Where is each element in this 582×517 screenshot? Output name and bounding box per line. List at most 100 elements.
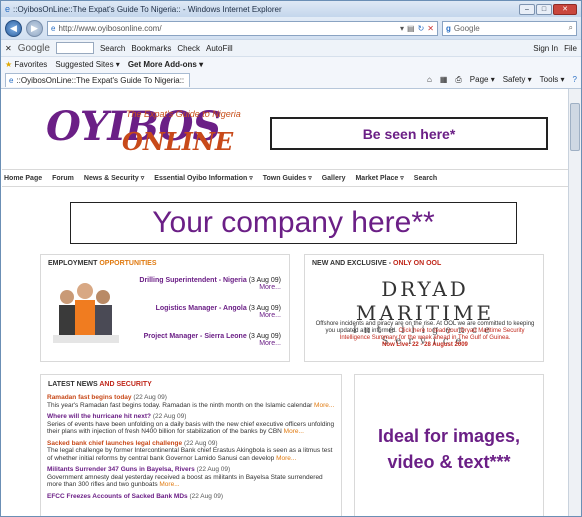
nav-essential[interactable]: Essential Oyibo Information ▿ xyxy=(154,174,252,183)
job-title: Drilling Superintendent - Nigeria xyxy=(139,277,247,284)
print-icon[interactable]: ⎙ xyxy=(455,75,461,85)
nav-news-label: News & Security xyxy=(83,174,139,182)
employment-heading-accent: OPPORTUNITIES xyxy=(99,260,157,267)
mid-ad-banner[interactable]: Your company here** xyxy=(70,202,517,244)
scroll-thumb[interactable] xyxy=(570,103,580,151)
forward-button[interactable]: ▶ xyxy=(26,19,43,37)
nav-search[interactable]: Search xyxy=(414,175,437,182)
nav-forum[interactable]: Forum xyxy=(52,175,74,182)
exclusive-text: Offshore incidents and piracy are on the… xyxy=(313,321,537,349)
search-icon[interactable]: ⌕ xyxy=(569,23,573,33)
chevron-down-icon: ▿ xyxy=(308,175,312,182)
google-toolbar-label: Google xyxy=(17,42,50,54)
job-date: (3 Aug 09) xyxy=(248,305,281,312)
vertical-scrollbar[interactable] xyxy=(568,89,581,516)
tools-menu[interactable]: Tools ▾ xyxy=(540,75,565,85)
news-date: (22 Aug 09) xyxy=(189,492,224,500)
stop-icon[interactable]: ✕ xyxy=(427,24,434,33)
bookmarks-button[interactable]: Bookmarks xyxy=(131,44,171,53)
nav-town-guides[interactable]: Town Guides ▿ xyxy=(263,174,312,183)
news-item[interactable]: Ramadan fast begins today (22 Aug 09) Th… xyxy=(41,394,341,409)
dryad-brand: DRYAD MARITIME xyxy=(355,277,495,325)
search-box[interactable]: g Google ⌕ xyxy=(442,20,577,36)
ideal-ad-text: Ideal for images, video & text*** xyxy=(377,426,521,472)
job-more-link[interactable]: More... xyxy=(156,312,281,319)
command-bar: ⌂ ▦ ⎙ Page ▾ Safety ▾ Tools ▾ ? xyxy=(427,75,577,85)
top-ad-banner[interactable]: Be seen here* xyxy=(270,117,548,150)
job-more-link[interactable]: More... xyxy=(144,340,281,347)
browser-window: e ::OyibosOnLine::The Expat's Guide To N… xyxy=(0,0,582,517)
exclusive-box: NEW AND EXCLUSIVE - ONLY ON OOL DRYAD MA… xyxy=(304,254,544,362)
suggested-sites-button[interactable]: Suggested Sites ▾ xyxy=(55,60,120,69)
news-item[interactable]: Militants Surrender 347 Guns in Bayelsa,… xyxy=(41,466,341,489)
feeds-icon[interactable]: ▦ xyxy=(440,75,448,85)
chevron-down-icon: ▿ xyxy=(140,175,145,182)
address-bar-row: ◀ ▶ e http://www.oyibosonline.com/ ▾ ▤ ↻… xyxy=(1,17,581,39)
job-item[interactable]: Logistics Manager - Angola (3 Aug 09) Mo… xyxy=(156,305,281,319)
exclusive-heading-text: NEW AND EXCLUSIVE - xyxy=(312,260,392,267)
job-date: (3 Aug 09) xyxy=(248,277,281,284)
help-icon[interactable]: ? xyxy=(573,75,577,85)
logo-sub: ONLINE xyxy=(122,127,234,156)
search-engine-label: Google xyxy=(453,23,480,33)
news-date: (22 Aug 09) xyxy=(152,413,187,420)
nav-news-security[interactable]: News & Security ▿ xyxy=(83,174,145,183)
ideal-ad-box[interactable]: Ideal for images, video & text*** xyxy=(354,374,544,516)
autofill-button[interactable]: AutoFill xyxy=(206,44,233,53)
news-more-link[interactable]: More... xyxy=(314,402,334,409)
star-icon: ★ xyxy=(5,60,13,69)
maximize-button[interactable]: □ xyxy=(536,3,552,15)
news-headline[interactable]: EFCC Freezes Accounts of Sacked Bank MDs xyxy=(47,493,188,500)
page-content: OYIBOS The Expat's Guide to Nigeria ONLI… xyxy=(2,89,569,516)
employment-heading-text: EMPLOYMENT xyxy=(48,260,98,267)
file-menu[interactable]: File xyxy=(564,44,577,53)
minimize-button[interactable]: – xyxy=(519,3,535,15)
news-item[interactable]: Sacked bank chief launches legal challen… xyxy=(41,440,341,463)
compat-view-icon[interactable]: ▤ xyxy=(407,24,415,33)
back-button[interactable]: ◀ xyxy=(5,19,22,37)
nav-market-label: Market Place xyxy=(355,174,399,182)
refresh-icon[interactable]: ↻ xyxy=(418,24,425,33)
job-item[interactable]: Project Manager - Sierra Leone (3 Aug 09… xyxy=(144,333,281,347)
nav-market-place[interactable]: Market Place ▿ xyxy=(355,174,403,183)
page-icon: e xyxy=(51,23,56,33)
news-body: Government amnesty deal yesterday receiv… xyxy=(47,473,323,489)
ie-icon: e xyxy=(5,4,11,14)
news-item[interactable]: EFCC Freezes Accounts of Sacked Bank MDs… xyxy=(41,493,341,501)
job-item[interactable]: Drilling Superintendent - Nigeria (3 Aug… xyxy=(139,277,281,291)
page-menu[interactable]: Page ▾ xyxy=(470,75,495,85)
tab-title: ::OyibosOnLine::The Expat's Guide To Nig… xyxy=(16,76,185,85)
nav-gallery[interactable]: Gallery xyxy=(322,175,346,182)
safety-menu[interactable]: Safety ▾ xyxy=(503,75,532,85)
google-search-button[interactable]: Search xyxy=(100,44,125,53)
exclusive-heading-accent: ONLY ON OOL xyxy=(393,260,442,267)
check-button[interactable]: Check xyxy=(177,44,200,53)
dropdown-icon[interactable]: ▾ xyxy=(400,24,404,33)
news-headline[interactable]: Militants Surrender 347 Guns in Bayelsa,… xyxy=(47,466,195,473)
tab-current[interactable]: e ::OyibosOnLine::The Expat's Guide To N… xyxy=(5,73,190,87)
news-headline[interactable]: Sacked bank chief launches legal challen… xyxy=(47,440,182,447)
job-more-link[interactable]: More... xyxy=(139,284,281,291)
close-toolbar-icon[interactable]: ✕ xyxy=(5,44,12,53)
get-addons-button[interactable]: Get More Add-ons ▾ xyxy=(128,60,203,69)
google-toolbar: ✕ Google Search Bookmarks Check AutoFill… xyxy=(1,39,581,56)
exclusive-heading: NEW AND EXCLUSIVE - ONLY ON OOL xyxy=(305,255,543,272)
news-date: (22 Aug 09) xyxy=(183,439,218,447)
home-icon[interactable]: ⌂ xyxy=(427,75,432,85)
news-headline[interactable]: Where will the hurricane hit next? xyxy=(47,413,151,420)
close-button[interactable]: ✕ xyxy=(553,3,577,15)
nav-home[interactable]: Home Page xyxy=(4,175,42,182)
news-headline[interactable]: Ramadan fast begins today xyxy=(47,394,132,401)
news-more-link[interactable]: More... xyxy=(276,455,296,462)
site-logo[interactable]: OYIBOS The Expat's Guide to Nigeria ONLI… xyxy=(46,103,256,159)
favorites-label: Favorites xyxy=(14,60,48,69)
google-search-input[interactable] xyxy=(55,42,94,54)
window-title: ::OyibosOnLine::The Expat's Guide To Nig… xyxy=(13,4,282,14)
address-field[interactable]: e http://www.oyibosonline.com/ ▾ ▤ ↻ ✕ xyxy=(47,20,438,36)
favorites-button[interactable]: ★ Favorites xyxy=(5,60,47,69)
news-item[interactable]: Where will the hurricane hit next? (22 A… xyxy=(41,413,341,436)
sign-in-button[interactable]: Sign In xyxy=(533,44,558,53)
news-more-link[interactable]: More... xyxy=(284,428,304,435)
news-more-link[interactable]: More... xyxy=(159,481,179,488)
news-date: (22 Aug 09) xyxy=(196,466,231,473)
